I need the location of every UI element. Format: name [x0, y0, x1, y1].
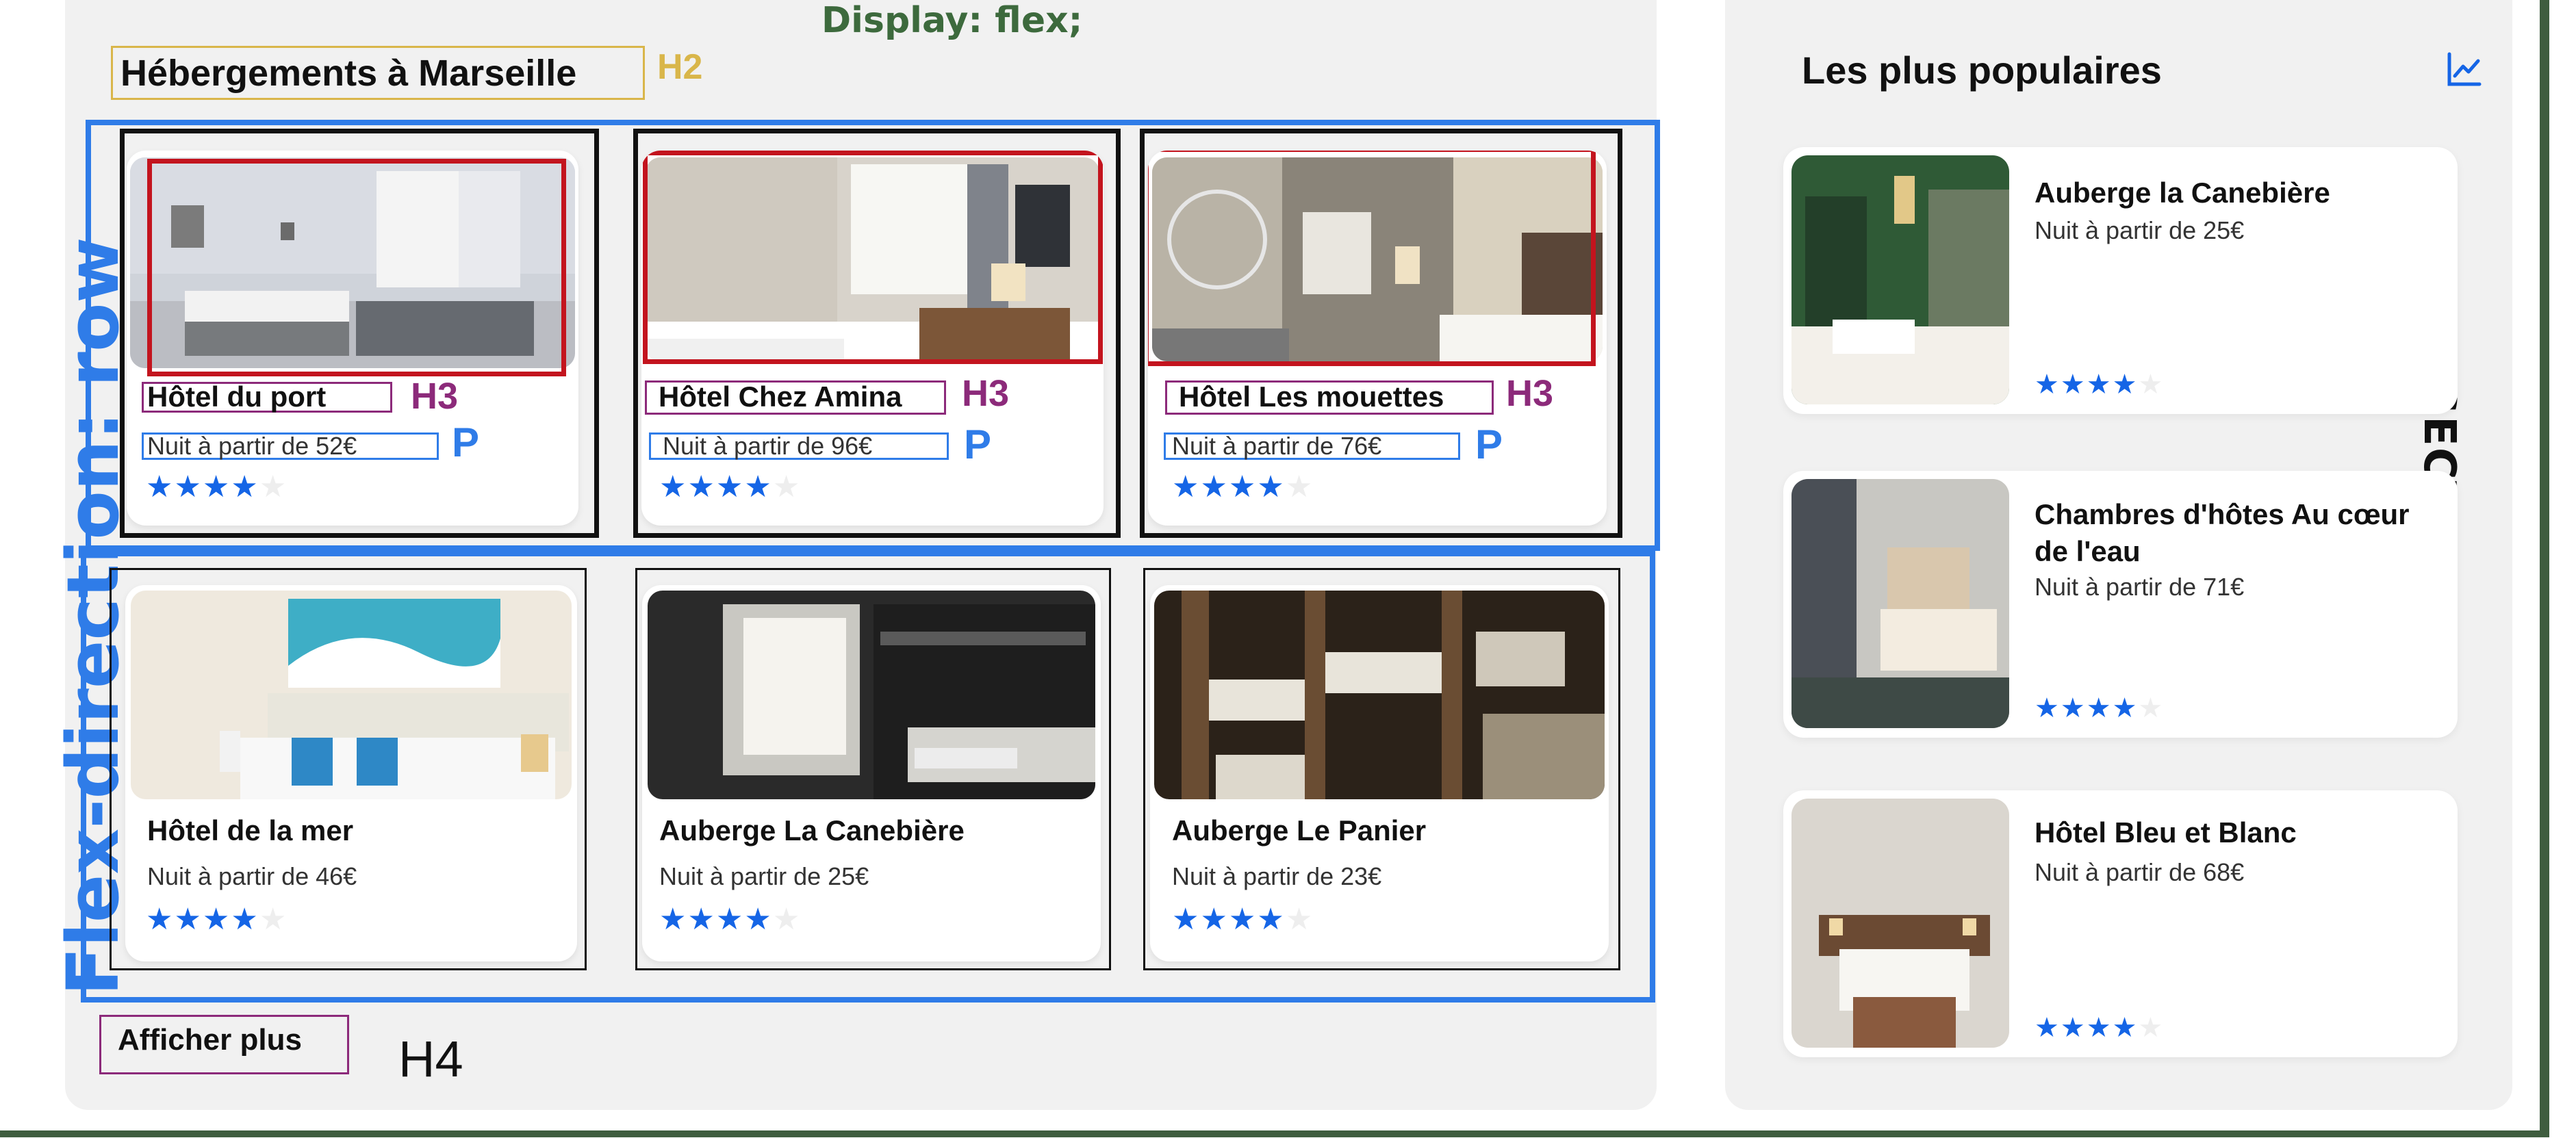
annotation-tag-p: P — [1475, 422, 1503, 467]
hostel-room-image — [1154, 591, 1605, 799]
star-icon: ★ — [1285, 469, 1314, 504]
star-icon: ★ — [687, 902, 716, 937]
star-icon: ★ — [231, 902, 259, 937]
star-icon: ★ — [146, 469, 175, 504]
hotel-room-image — [131, 591, 572, 799]
star-icon: ★ — [2138, 369, 2165, 400]
star-icon: ★ — [715, 469, 745, 504]
star-icon: ★ — [1172, 469, 1201, 504]
star-icon: ★ — [2035, 693, 2061, 724]
star-icon: ★ — [744, 902, 773, 937]
star-icon: ★ — [146, 902, 175, 937]
hotel-room-image — [1791, 799, 2009, 1048]
card-price: Nuit à partir de 76€ — [1172, 432, 1382, 460]
star-icon: ★ — [659, 469, 688, 504]
star-icon: ★ — [2035, 369, 2061, 400]
page-title: Hébergements à Marseille — [120, 53, 577, 94]
annotation-tag-h3: H3 — [1506, 373, 1554, 414]
star-icon: ★ — [2086, 1012, 2113, 1044]
card-title: Hôtel de la mer — [147, 814, 354, 846]
rating-stars: ★★★★★ — [1172, 472, 1314, 502]
star-icon: ★ — [174, 469, 203, 504]
popular-item[interactable]: Chambres d'hôtes Au cœur de l'eau Nuit à… — [1783, 471, 2458, 738]
star-icon: ★ — [772, 469, 802, 504]
rating-stars: ★★★★★ — [659, 905, 801, 935]
star-icon: ★ — [2112, 1012, 2139, 1044]
star-icon: ★ — [1257, 469, 1286, 504]
annotation-tag-h4: H4 — [398, 1031, 463, 1087]
annotation-tag-p: P — [964, 422, 992, 467]
rating-stars: ★★★★★ — [659, 472, 801, 502]
star-icon: ★ — [2112, 369, 2139, 400]
popular-item-title: Chambres d'hôtes Au cœur de l'eau — [2035, 498, 2410, 567]
star-icon: ★ — [259, 902, 288, 937]
star-icon: ★ — [202, 469, 231, 504]
star-icon: ★ — [659, 902, 688, 937]
star-icon: ★ — [1200, 902, 1229, 937]
star-icon: ★ — [715, 902, 745, 937]
annotation-tag-h3: H3 — [962, 373, 1010, 414]
popular-item[interactable]: Auberge la Canebière Nuit à partir de 25… — [1783, 147, 2458, 414]
rating-stars: ★★★★★ — [146, 472, 288, 502]
popular-item-price: Nuit à partir de 68€ — [2035, 858, 2245, 886]
star-icon: ★ — [2086, 693, 2113, 724]
card-title: Hôtel Les mouettes — [1179, 380, 1444, 413]
card-price: Nuit à partir de 96€ — [663, 432, 873, 460]
hotel-room-image — [1791, 155, 2009, 404]
popular-item[interactable]: Hôtel Bleu et Blanc Nuit à partir de 68€… — [1783, 790, 2458, 1057]
card-title: Hôtel Chez Amina — [659, 380, 902, 413]
popular-item-price: Nuit à partir de 71€ — [2035, 573, 2245, 601]
star-icon: ★ — [1200, 469, 1229, 504]
star-icon: ★ — [1285, 902, 1314, 937]
card-price: Nuit à partir de 23€ — [1172, 862, 1382, 890]
annotation-display-flex: Display: flex; — [821, 0, 1083, 41]
popular-title: Les plus populaires — [1802, 49, 2162, 92]
hotel-room-image — [1791, 479, 2009, 728]
image-outline — [643, 151, 1103, 364]
star-icon: ★ — [1228, 469, 1258, 504]
popular-item-title: Hôtel Bleu et Blanc — [2035, 816, 2297, 849]
card-title: Auberge Le Panier — [1172, 814, 1427, 846]
annotation-tag-h2: H2 — [657, 47, 703, 87]
image-outline — [147, 159, 566, 376]
hostel-room-image — [648, 591, 1095, 799]
show-more-label: Afficher plus — [118, 1023, 302, 1057]
popular-item-title: Auberge la Canebière — [2035, 177, 2330, 209]
star-icon: ★ — [259, 469, 288, 504]
star-icon: ★ — [772, 902, 802, 937]
star-icon: ★ — [202, 902, 231, 937]
star-icon: ★ — [2060, 693, 2087, 724]
star-icon: ★ — [1228, 902, 1258, 937]
chart-line-icon[interactable] — [2445, 50, 2484, 88]
star-icon: ★ — [2112, 693, 2139, 724]
card-price: Nuit à partir de 46€ — [147, 862, 357, 890]
star-icon: ★ — [687, 469, 716, 504]
annotation-tag-p: P — [452, 419, 480, 465]
card-price: Nuit à partir de 52€ — [147, 432, 357, 460]
image-outline — [1148, 151, 1596, 366]
rating-stars: ★★★★★ — [2035, 1013, 2164, 1043]
card-title: Auberge La Canebière — [659, 814, 965, 846]
rating-stars: ★★★★★ — [2035, 693, 2164, 723]
star-icon: ★ — [2138, 1012, 2165, 1044]
star-icon: ★ — [1172, 902, 1201, 937]
star-icon: ★ — [2060, 369, 2087, 400]
star-icon: ★ — [2060, 1012, 2087, 1044]
star-icon: ★ — [2138, 693, 2165, 724]
popular-item-price: Nuit à partir de 25€ — [2035, 216, 2245, 244]
star-icon: ★ — [2086, 369, 2113, 400]
rating-stars: ★★★★★ — [1172, 905, 1314, 935]
star-icon: ★ — [2035, 1012, 2061, 1044]
card-price: Nuit à partir de 25€ — [659, 862, 869, 890]
star-icon: ★ — [744, 469, 773, 504]
annotation-tag-h3: H3 — [411, 376, 459, 417]
section-bottom-border — [0, 1130, 2549, 1137]
star-icon: ★ — [1257, 902, 1286, 937]
rating-stars: ★★★★★ — [146, 905, 288, 935]
rating-stars: ★★★★★ — [2035, 370, 2164, 400]
section-right-border — [2540, 0, 2549, 1136]
card-title: Hôtel du port — [147, 380, 327, 413]
star-icon: ★ — [174, 902, 203, 937]
star-icon: ★ — [231, 469, 259, 504]
